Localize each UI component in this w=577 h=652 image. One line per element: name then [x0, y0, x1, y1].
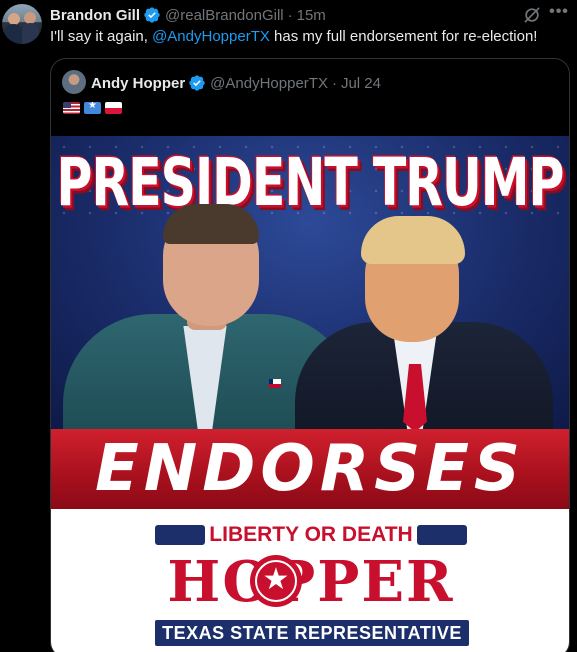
separator: · — [331, 74, 337, 92]
post-time[interactable]: 15m — [297, 7, 326, 24]
logo-name: HOPPER — [167, 549, 455, 615]
verified-badge-icon — [189, 75, 205, 91]
endorsement-image[interactable]: PRESIDENT TRUMP ENDORSES LIBERTY OR DEAT… — [51, 136, 569, 652]
quoted-author-avatar[interactable] — [62, 70, 86, 94]
quoted-post[interactable]: Andy Hopper @AndyHopperTX · Jul 24 PRESI… — [50, 58, 570, 652]
post-header: Brandon Gill @realBrandonGill · 15m — [50, 5, 326, 25]
post-text-start: I'll say it again, — [50, 28, 153, 45]
grok-icon[interactable] — [522, 5, 542, 25]
author-name[interactable]: Brandon Gill — [50, 7, 140, 24]
banner-text: ENDORSES — [95, 432, 525, 506]
author-avatar[interactable] — [2, 4, 42, 44]
campaign-logo: LIBERTY OR DEATH HOPPER ★ TEXAS STATE RE… — [51, 509, 569, 652]
verified-badge-icon — [144, 7, 160, 23]
poland-flag-icon — [105, 102, 122, 114]
logo-subtitle: TEXAS STATE REPRESENTATIVE — [155, 620, 469, 646]
mention-link[interactable]: @AndyHopperTX — [152, 28, 270, 45]
quoted-post-header: Andy Hopper @AndyHopperTX · Jul 24 — [91, 73, 381, 93]
logo-slogan: LIBERTY OR DEATH — [209, 523, 413, 546]
separator: · — [287, 6, 293, 24]
post[interactable]: Brandon Gill @realBrandonGill · 15m ••• … — [0, 0, 577, 652]
post-text: I'll say it again, @AndyHopperTX has my … — [50, 27, 537, 47]
texas-seal-icon: ★ — [250, 555, 302, 607]
post-text-end: has my full endorsement for re-election! — [269, 28, 538, 45]
logo-top-line: LIBERTY OR DEATH — [155, 522, 467, 548]
quoted-author-handle[interactable]: @AndyHopperTX — [210, 75, 328, 92]
somalia-flag-icon — [84, 102, 101, 114]
flag-emojis — [63, 102, 122, 114]
image-headline: PRESIDENT TRUMP — [56, 144, 565, 221]
texas-flag-pin-icon — [269, 379, 281, 388]
trump-hair — [361, 216, 465, 264]
hopper-hair — [163, 204, 259, 244]
author-handle[interactable]: @realBrandonGill — [165, 7, 284, 24]
quoted-post-date[interactable]: Jul 24 — [341, 75, 381, 92]
quoted-author-name[interactable]: Andy Hopper — [91, 75, 185, 92]
us-flag-icon — [63, 102, 80, 114]
more-icon[interactable]: ••• — [548, 4, 570, 24]
